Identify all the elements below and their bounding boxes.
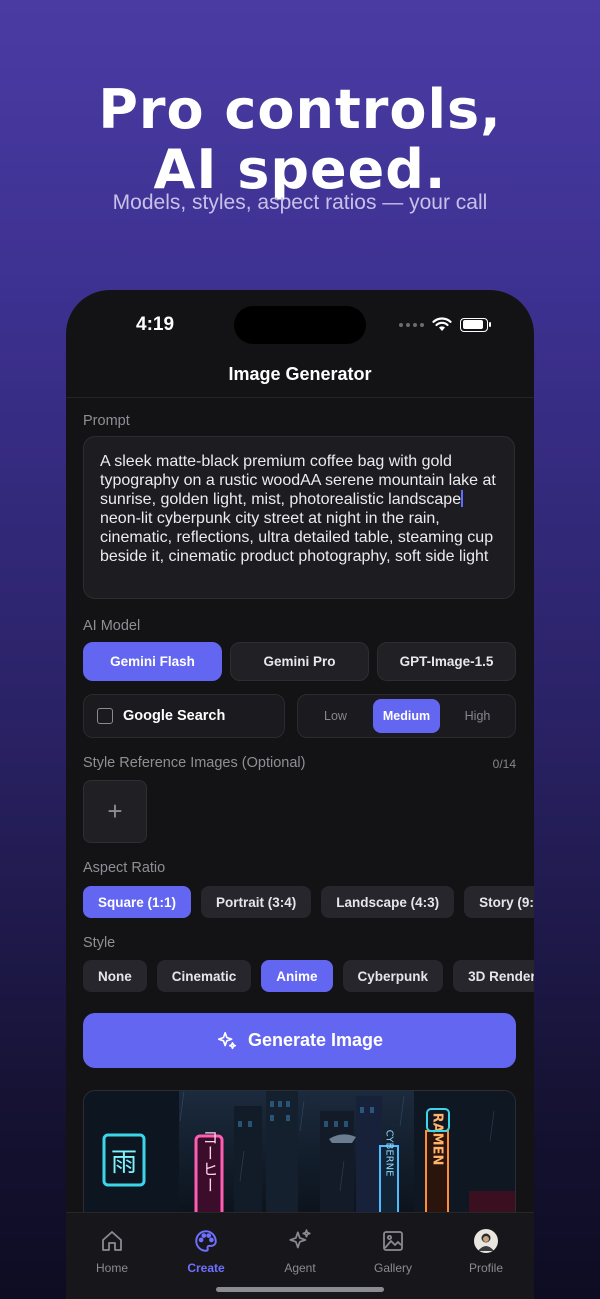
avatar-icon	[474, 1229, 498, 1253]
model-gemini-pro-button[interactable]: Gemini Pro	[230, 642, 369, 681]
style-reference-label: Style Reference Images (Optional)	[83, 755, 306, 771]
rain-kanji-sign: 雨	[111, 1148, 137, 1178]
promo-headline: Pro controls, AI speed.	[0, 80, 600, 200]
style-options: None Cinematic Anime Cyberpunk 3D Render	[83, 960, 534, 992]
sparkles-icon	[217, 1031, 237, 1049]
tab-profile[interactable]: Profile	[446, 1227, 526, 1275]
add-reference-image-button[interactable]: +	[83, 780, 147, 843]
google-search-toggle[interactable]: Google Search	[83, 694, 285, 738]
palette-icon	[195, 1230, 217, 1252]
prompt-text-before-cursor: A sleek matte-black premium coffee bag w…	[100, 453, 496, 508]
battery-icon	[460, 317, 491, 332]
quality-medium-option[interactable]: Medium	[373, 699, 440, 733]
tab-bar: Home Create Agent Gallery Profile	[66, 1212, 534, 1299]
cyberne-sign: CYBERNE	[384, 1130, 395, 1177]
model-gpt-image-button[interactable]: GPT-Image-1.5	[377, 642, 516, 681]
plus-icon: +	[107, 796, 123, 826]
ramen-sign: RAMEN	[430, 1113, 445, 1166]
aspect-landscape-chip[interactable]: Landscape (4:3)	[321, 886, 455, 918]
aspect-ratio-label: Aspect Ratio	[83, 860, 166, 876]
status-icons	[399, 317, 491, 332]
dynamic-island	[234, 306, 366, 344]
generated-image-preview[interactable]: 雨 コーヒー CYBERNE RAMEN	[83, 1090, 516, 1230]
style-anime-chip[interactable]: Anime	[261, 960, 333, 992]
style-cinematic-chip[interactable]: Cinematic	[156, 960, 252, 992]
ai-model-label: AI Model	[83, 618, 141, 634]
tab-home-label: Home	[95, 1261, 128, 1275]
quality-selector: Low Medium High	[297, 694, 516, 738]
prompt-input[interactable]: A sleek matte-black premium coffee bag w…	[83, 436, 515, 599]
nav-divider	[66, 397, 534, 398]
prompt-text-after-cursor: neon-lit cyberpunk city street at night …	[100, 510, 494, 565]
home-icon	[102, 1231, 122, 1251]
google-search-checkbox[interactable]	[97, 708, 113, 724]
prompt-label: Prompt	[83, 413, 130, 429]
tab-create-label: Create	[187, 1261, 225, 1275]
generate-image-label: Generate Image	[247, 1030, 384, 1050]
aspect-story-chip[interactable]: Story (9:16)	[464, 886, 534, 918]
phone-screen: 4:19 Image Generator Prompt A sleek matt…	[66, 290, 534, 1299]
cyberpunk-street-image: 雨 コーヒー CYBERNE RAMEN	[84, 1091, 515, 1229]
tab-home[interactable]: Home	[72, 1227, 152, 1275]
promo-subtitle: Models, styles, aspect ratios — your cal…	[112, 191, 488, 214]
tab-profile-label: Profile	[468, 1261, 503, 1275]
style-label: Style	[83, 935, 116, 951]
tab-agent[interactable]: Agent	[260, 1227, 340, 1275]
text-cursor	[461, 490, 464, 507]
promo-headline-line1: Pro controls,	[98, 78, 502, 141]
aspect-square-chip[interactable]: Square (1:1)	[83, 886, 192, 918]
quality-low-option[interactable]: Low	[302, 699, 369, 733]
generate-image-button[interactable]: Generate Image	[83, 1013, 516, 1068]
google-search-label: Google Search	[123, 708, 226, 724]
tab-gallery-label: Gallery	[373, 1261, 412, 1275]
signal-icon	[399, 322, 424, 327]
quality-high-option[interactable]: High	[444, 699, 511, 733]
image-icon	[383, 1231, 403, 1251]
home-indicator	[216, 1287, 384, 1292]
style-3d-render-chip[interactable]: 3D Render	[453, 960, 534, 992]
style-reference-count: 0/14	[492, 757, 516, 771]
tab-gallery[interactable]: Gallery	[353, 1227, 433, 1275]
style-cyberpunk-chip[interactable]: Cyberpunk	[342, 960, 444, 992]
tab-create[interactable]: Create	[166, 1227, 246, 1275]
style-none-chip[interactable]: None	[83, 960, 147, 992]
sparkles-icon	[289, 1229, 311, 1249]
model-gemini-flash-button[interactable]: Gemini Flash	[83, 642, 222, 681]
aspect-ratio-options: Square (1:1) Portrait (3:4) Landscape (4…	[83, 886, 534, 918]
wifi-icon	[432, 317, 452, 331]
status-time: 4:19	[136, 314, 175, 335]
coffee-sign: コーヒー	[200, 1129, 219, 1193]
page-title: Image Generator	[228, 364, 372, 384]
tab-agent-label: Agent	[284, 1261, 316, 1275]
aspect-portrait-chip[interactable]: Portrait (3:4)	[201, 886, 312, 918]
